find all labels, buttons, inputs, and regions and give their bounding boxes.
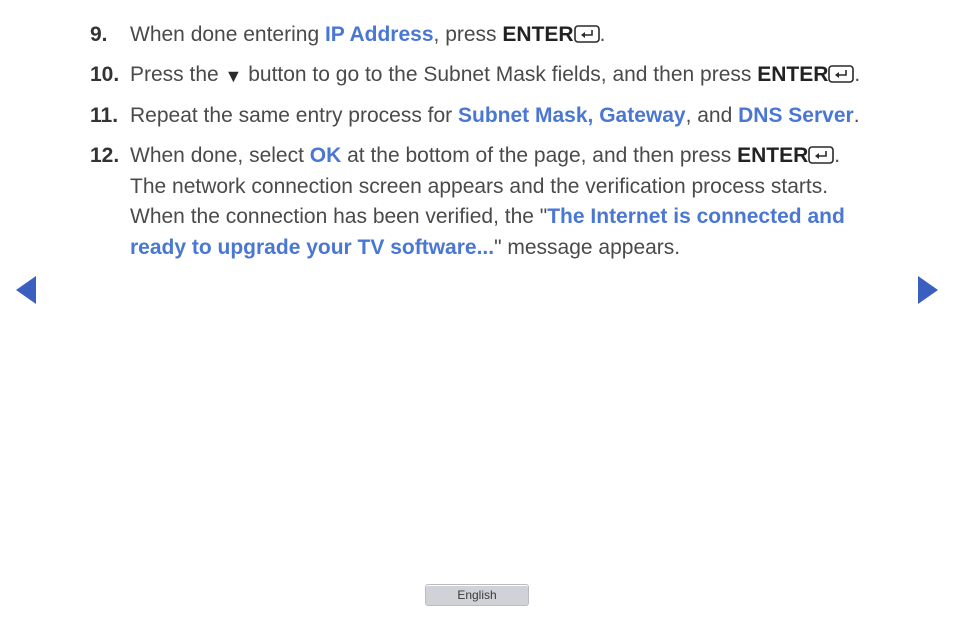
- enter-icon: [574, 25, 600, 43]
- step-number: 11.: [90, 101, 130, 131]
- highlight-term: OK: [310, 144, 342, 167]
- instruction-step: 9.When done entering IP Address, press E…: [90, 20, 870, 50]
- highlight-term: IP Address: [325, 23, 434, 46]
- step-text: Press the ▼ button to go to the Subnet M…: [130, 60, 870, 90]
- instruction-step: 12.When done, select OK at the bottom of…: [90, 141, 870, 263]
- step-text: When done entering IP Address, press ENT…: [130, 20, 870, 50]
- down-arrow-icon: ▼: [225, 63, 243, 89]
- highlight-term: Subnet Mask, Gateway: [458, 104, 686, 127]
- step-number: 9.: [90, 20, 130, 50]
- step-text: When done, select OK at the bottom of th…: [130, 141, 870, 263]
- enter-icon: [828, 65, 854, 83]
- bold-term: ENTER: [757, 63, 828, 86]
- instruction-step: 11.Repeat the same entry process for Sub…: [90, 101, 870, 131]
- highlight-term: The Internet is connected and ready to u…: [130, 205, 845, 258]
- bold-term: ENTER: [502, 23, 573, 46]
- page: 9.When done entering IP Address, press E…: [0, 0, 954, 624]
- language-tab[interactable]: English: [425, 584, 529, 606]
- step-number: 10.: [90, 60, 130, 90]
- bold-term: ENTER: [737, 144, 808, 167]
- language-label: English: [457, 588, 496, 602]
- prev-page-arrow[interactable]: [16, 276, 36, 304]
- enter-icon: [808, 146, 834, 164]
- highlight-term: DNS Server: [738, 104, 854, 127]
- instruction-step: 10.Press the ▼ button to go to the Subne…: [90, 60, 870, 90]
- step-number: 12.: [90, 141, 130, 263]
- instruction-list: 9.When done entering IP Address, press E…: [90, 20, 870, 273]
- step-text: Repeat the same entry process for Subnet…: [130, 101, 870, 131]
- next-page-arrow[interactable]: [918, 276, 938, 304]
